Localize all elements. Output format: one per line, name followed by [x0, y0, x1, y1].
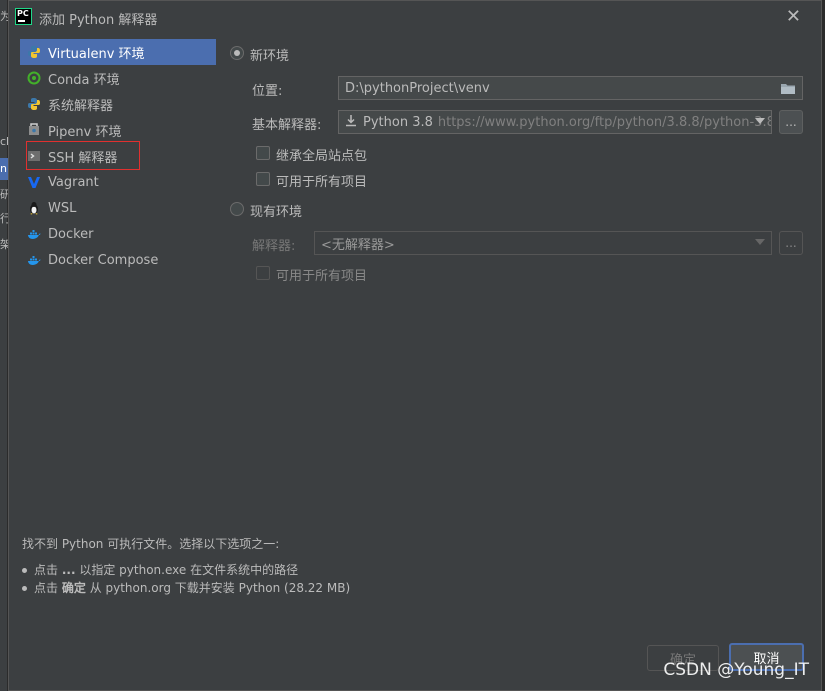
hint-prefix: 点击: [34, 581, 59, 595]
ide-fragment: n: [0, 162, 7, 175]
nav-item-pipenv[interactable]: Pipenv 环境: [20, 117, 216, 143]
ide-fragment: 架: [0, 238, 8, 251]
vagrant-icon: [26, 174, 42, 190]
hint-line-2: 点击 确定 从 python.org 下载并安装 Python (28.22 M…: [22, 579, 350, 596]
docker-icon: [26, 252, 42, 268]
interpreter-value: <无解释器>: [321, 237, 395, 253]
close-icon[interactable]: ✕: [786, 6, 801, 27]
python-icon: [26, 44, 42, 60]
nav-item-label: Docker: [48, 226, 94, 242]
location-input[interactable]: D:\pythonProject\venv: [338, 76, 803, 100]
nav-item-ssh[interactable]: SSH 解释器: [20, 143, 216, 169]
chevron-down-icon: [755, 239, 765, 245]
folder-icon[interactable]: [780, 82, 796, 99]
nav-item-label: Virtualenv 环境: [48, 46, 145, 62]
nav-item-label: Docker Compose: [48, 252, 159, 268]
hint-suffix: 从 python.org 下载并安装 Python (28.22 MB): [89, 581, 351, 595]
download-icon: [345, 114, 357, 130]
new-env-radio[interactable]: [230, 46, 244, 60]
nav-item-system-interpreter[interactable]: 系统解释器: [20, 91, 216, 117]
hint-bold: ...: [61, 563, 76, 577]
nav-item-docker-compose[interactable]: Docker Compose: [20, 247, 216, 273]
nav-item-label: 系统解释器: [48, 98, 114, 114]
existing-env-label: 现有环境: [250, 205, 303, 220]
base-interpreter-name: Python 3.8: [363, 114, 433, 130]
pipenv-icon: [26, 122, 42, 138]
hint-prefix: 点击: [34, 563, 59, 577]
hint-suffix: 以指定 python.exe 在文件系统中的路径: [79, 563, 299, 577]
existing-env-radio[interactable]: [230, 202, 244, 216]
add-python-interpreter-dialog: PC 添加 Python 解释器 ✕ Virtualenv 环境 Conda 环…: [8, 0, 822, 691]
nav-item-wsl[interactable]: WSL: [20, 195, 216, 221]
nav-item-label: WSL: [48, 200, 77, 216]
csdn-watermark: CSDN @Young_IT: [663, 660, 809, 680]
nav-item-label: Vagrant: [48, 174, 99, 190]
location-value: D:\pythonProject\venv: [345, 80, 490, 96]
linux-penguin-icon: [26, 200, 42, 216]
ide-fragment: 行: [0, 212, 8, 225]
new-env-available-all-checkbox[interactable]: [256, 172, 270, 186]
nav-item-conda[interactable]: Conda 环境: [20, 65, 216, 91]
base-interpreter-url: https://www.python.org/ftp/python/3.8.8/…: [437, 114, 772, 130]
new-env-available-all-label: 可用于所有项目: [276, 175, 368, 190]
inherit-site-packages-label: 继承全局站点包: [276, 149, 368, 164]
nav-item-virtualenv[interactable]: Virtualenv 环境: [20, 39, 216, 65]
error-headline: 找不到 Python 可执行文件。选择以下选项之一:: [22, 537, 280, 551]
existing-env-available-all-label: 可用于所有项目: [276, 269, 368, 284]
interpreter-type-list: Virtualenv 环境 Conda 环境 系统解释器 Pipenv 环境 S…: [20, 39, 216, 273]
chevron-down-icon: [755, 118, 765, 124]
pycharm-logo-icon: PC: [15, 8, 32, 25]
dialog-titlebar[interactable]: PC 添加 Python 解释器 ✕: [9, 1, 821, 33]
base-interpreter-combo[interactable]: Python 3.8 https://www.python.org/ftp/py…: [338, 110, 772, 134]
ide-fragment: 研: [0, 188, 8, 201]
ide-fragment: 为: [0, 10, 8, 23]
nav-item-docker[interactable]: Docker: [20, 221, 216, 247]
inherit-site-packages-checkbox[interactable]: [256, 146, 270, 160]
background-ide-strip: 为 ch n 研 行 架: [0, 0, 8, 691]
interpreter-label: 解释器:: [252, 239, 296, 254]
location-label: 位置:: [252, 84, 283, 99]
hint-line-1: 点击 ... 以指定 python.exe 在文件系统中的路径: [22, 561, 298, 578]
hint-bold: 确定: [61, 581, 86, 595]
nav-item-vagrant[interactable]: Vagrant: [20, 169, 216, 195]
docker-icon: [26, 226, 42, 242]
ssh-terminal-icon: [26, 148, 42, 164]
browse-base-interpreter-button[interactable]: ...: [779, 110, 803, 134]
dialog-title: 添加 Python 解释器: [39, 13, 158, 28]
nav-item-label: Conda 环境: [48, 72, 120, 88]
interpreter-combo[interactable]: <无解释器>: [314, 231, 772, 255]
bullet: [22, 586, 27, 591]
conda-icon: [26, 70, 42, 86]
bullet: [22, 568, 27, 573]
python-icon: [26, 96, 42, 112]
nav-item-label: Pipenv 环境: [48, 124, 122, 140]
new-env-label: 新环境: [250, 49, 290, 64]
ide-fragment: ch: [0, 135, 8, 148]
browse-interpreter-button[interactable]: ...: [779, 231, 803, 255]
base-interpreter-label: 基本解释器:: [252, 118, 322, 133]
existing-env-available-all-checkbox[interactable]: [256, 266, 270, 280]
nav-item-label: SSH 解释器: [48, 150, 118, 166]
